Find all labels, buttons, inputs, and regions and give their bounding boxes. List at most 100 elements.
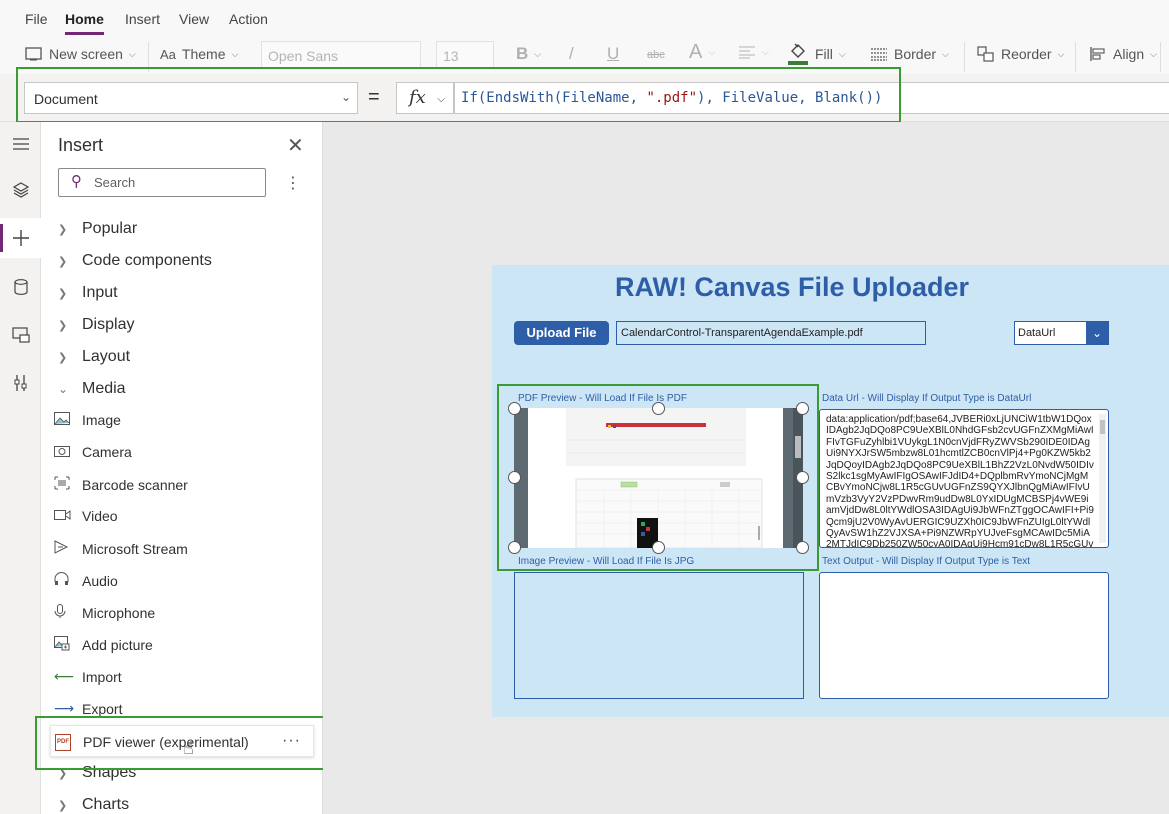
camera-icon — [54, 444, 82, 460]
insert-import[interactable]: ⟵ Import — [54, 668, 122, 685]
image-preview-label: Image Preview - Will Load If File Is JPG — [518, 556, 695, 567]
output-type-dropdown[interactable]: DataUrl ⌄ — [1014, 321, 1109, 345]
category-charts[interactable]: ❯ Charts — [58, 796, 129, 814]
layers-icon[interactable] — [0, 170, 41, 210]
app-title: RAW! Canvas File Uploader — [614, 272, 970, 302]
dataurl-textbox[interactable]: data:application/pdf;base64,JVBERi0xLjUN… — [819, 409, 1109, 548]
menu-action[interactable]: Action — [229, 11, 268, 27]
font-size-select[interactable]: 13 — [436, 41, 494, 69]
image-icon — [54, 412, 82, 428]
category-code-components[interactable]: ❯ Code components — [58, 252, 212, 270]
tools-icon[interactable] — [0, 363, 41, 403]
theme-label: Theme — [181, 46, 226, 62]
font-size-value: 13 — [443, 48, 459, 64]
import-arrow-icon: ⟵ — [54, 668, 75, 684]
align-icon — [1090, 47, 1105, 61]
dataurl-scrollbar[interactable] — [1099, 414, 1106, 543]
scroll-thumb[interactable] — [1100, 420, 1105, 434]
insert-add-picture[interactable]: Add picture — [54, 636, 153, 654]
align-text-icon — [739, 46, 755, 59]
insert-image[interactable]: Image — [54, 412, 121, 428]
more-options-icon[interactable]: ⋮ — [285, 173, 301, 193]
item-label: Audio — [82, 572, 118, 589]
item-label: Add picture — [82, 637, 153, 653]
menu-insert[interactable]: Insert — [125, 11, 160, 27]
category-media[interactable]: ⌄ Media — [58, 380, 126, 398]
insert-export[interactable]: ⟶ Export — [54, 700, 122, 717]
category-label: Charts — [82, 796, 130, 813]
headphones-icon — [54, 572, 82, 589]
file-name-input[interactable]: CalendarControl-TransparentAgendaExample… — [616, 321, 926, 345]
plus-icon[interactable] — [0, 218, 41, 258]
underline-label: U — [607, 44, 620, 63]
chevron-down-icon: ⌵ — [838, 48, 846, 59]
chevron-down-icon: ⌄ — [1086, 322, 1108, 344]
chevron-down-icon: ⌵ — [128, 48, 136, 59]
border-button[interactable]: Border ⌵ — [870, 46, 949, 62]
item-label: Camera — [82, 444, 132, 460]
reorder-icon — [977, 46, 994, 62]
item-label: Export — [82, 700, 123, 717]
bold-button[interactable]: B ⌵ — [516, 44, 541, 64]
search-input[interactable]: ⚲ Search — [58, 168, 266, 197]
font-family-value: Open Sans — [268, 48, 339, 64]
fill-button[interactable]: Fill ⌵ — [787, 42, 846, 66]
paint-bucket-icon — [788, 43, 808, 65]
formula-highlight-box — [16, 67, 901, 123]
image-preview[interactable] — [514, 572, 804, 699]
divider — [1160, 42, 1161, 72]
text-output-label: Text Output - Will Display If Output Typ… — [822, 556, 1031, 567]
hamburger-icon[interactable] — [0, 124, 41, 164]
insert-microphone[interactable]: Microphone — [54, 604, 155, 622]
category-input[interactable]: ❯ Input — [58, 284, 118, 302]
item-label: Import — [82, 668, 122, 685]
insert-camera[interactable]: Camera — [54, 444, 132, 460]
menu-home[interactable]: Home — [65, 11, 104, 35]
category-layout[interactable]: ❯ Layout — [58, 348, 130, 366]
divider — [964, 42, 965, 72]
insert-barcode-scanner[interactable]: Barcode scanner — [54, 476, 188, 493]
chevron-down-icon: ⌵ — [1150, 48, 1157, 59]
text-align-button[interactable]: ⌵ — [738, 45, 769, 59]
insert-microsoft-stream[interactable]: Microsoft Stream — [54, 540, 188, 557]
divider — [1075, 42, 1076, 72]
strikethrough-label: abc — [647, 49, 665, 61]
pdf-preview-highlight-box — [497, 384, 819, 571]
pane-title: Insert — [58, 135, 104, 155]
category-popular[interactable]: ❯ Popular — [58, 220, 137, 238]
reorder-button[interactable]: Reorder ⌵ — [977, 46, 1064, 62]
strikethrough-button[interactable]: abc — [647, 49, 665, 61]
search-placeholder: Search — [94, 175, 136, 190]
menu-view[interactable]: View — [179, 11, 209, 27]
item-label: Video — [82, 508, 118, 524]
insert-audio[interactable]: Audio — [54, 572, 118, 589]
font-family-select[interactable]: Open Sans — [261, 41, 421, 69]
bold-label: B — [516, 44, 529, 63]
new-screen-label: New screen — [49, 46, 123, 62]
insert-video[interactable]: Video — [54, 508, 118, 524]
theme-button[interactable]: Aa Theme ⌵ — [160, 46, 238, 62]
underline-button[interactable]: U — [607, 44, 619, 64]
fill-label: Fill — [815, 46, 833, 62]
category-display[interactable]: ❯ Display — [58, 316, 134, 334]
video-icon — [54, 508, 82, 524]
category-label: Popular — [82, 220, 138, 237]
text-output-box[interactable] — [819, 572, 1109, 699]
item-label: Image — [82, 412, 121, 428]
new-screen-button[interactable]: New screen ⌵ — [25, 46, 136, 62]
align-button[interactable]: Align ⌵ — [1089, 46, 1157, 62]
media-icon[interactable] — [0, 315, 41, 355]
close-icon[interactable]: ✕ — [287, 133, 304, 158]
menu-file[interactable]: File — [25, 11, 48, 27]
font-color-button[interactable]: A ⌵ — [689, 41, 715, 64]
database-icon[interactable] — [0, 267, 41, 307]
align-label: Align — [1113, 46, 1145, 62]
upload-file-button[interactable]: Upload File — [514, 321, 609, 345]
category-label: Input — [82, 284, 118, 301]
chevron-right-icon: ❯ — [58, 319, 68, 332]
italic-label: / — [569, 44, 574, 63]
hand-pointer-icon: ☝ — [183, 738, 194, 758]
chevron-down-icon: ⌵ — [231, 48, 239, 59]
border-label: Border — [894, 46, 937, 62]
italic-button[interactable]: / — [569, 44, 574, 64]
